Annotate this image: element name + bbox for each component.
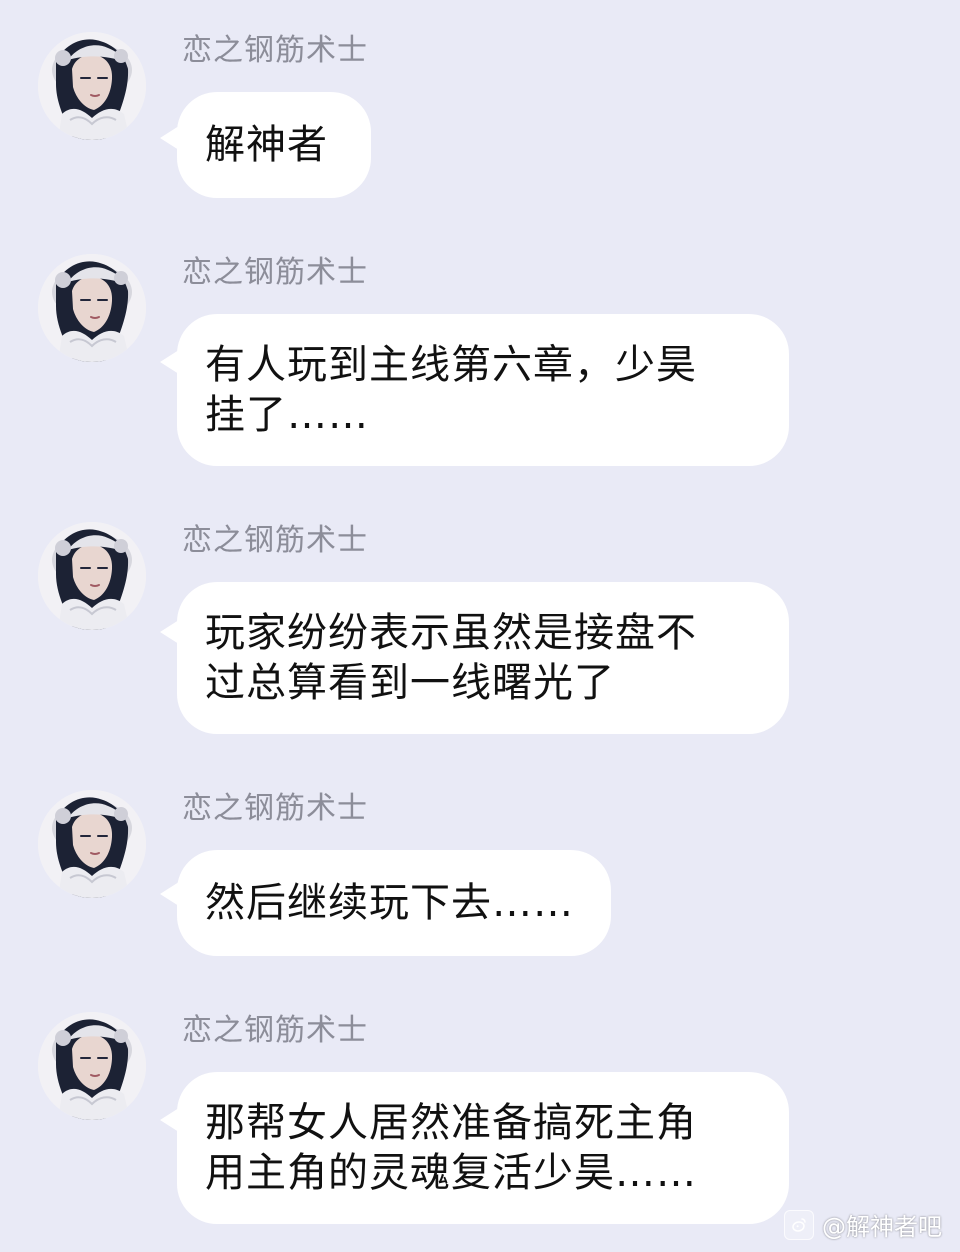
weibo-icon (784, 1209, 814, 1240)
message-text: 那帮女人居然准备搞死主角 用主角的灵魂复活少昊…… (205, 1100, 697, 1196)
avatar[interactable] (38, 522, 146, 630)
sender-name: 恋之钢筋术士 (182, 523, 368, 558)
message-bubble[interactable]: 然后继续玩下去…… (177, 850, 611, 956)
sender-name: 恋之钢筋术士 (182, 255, 368, 290)
message-text: 解神者 (205, 122, 328, 168)
message-bubble[interactable]: 玩家纷纷表示虽然是接盘不 过总算看到一线曙光了 (177, 582, 789, 734)
message-bubble[interactable]: 那帮女人居然准备搞死主角 用主角的灵魂复活少昊…… (177, 1072, 789, 1224)
watermark-text: @解神者吧 (822, 1213, 942, 1241)
sender-name: 恋之钢筋术士 (182, 1013, 368, 1048)
watermark: @解神者吧 (784, 1207, 942, 1242)
avatar[interactable] (38, 32, 146, 140)
message-bubble[interactable]: 解神者 (177, 92, 371, 198)
avatar[interactable] (38, 254, 146, 362)
message-text: 有人玩到主线第六章，少昊 挂了…… (205, 342, 697, 438)
sender-name: 恋之钢筋术士 (182, 33, 368, 68)
message-text: 玩家纷纷表示虽然是接盘不 过总算看到一线曙光了 (205, 610, 697, 706)
avatar[interactable] (38, 790, 146, 898)
message-bubble[interactable]: 有人玩到主线第六章，少昊 挂了…… (177, 314, 789, 466)
sender-name: 恋之钢筋术士 (182, 791, 368, 826)
avatar[interactable] (38, 1012, 146, 1120)
message-text: 然后继续玩下去…… (205, 880, 574, 926)
